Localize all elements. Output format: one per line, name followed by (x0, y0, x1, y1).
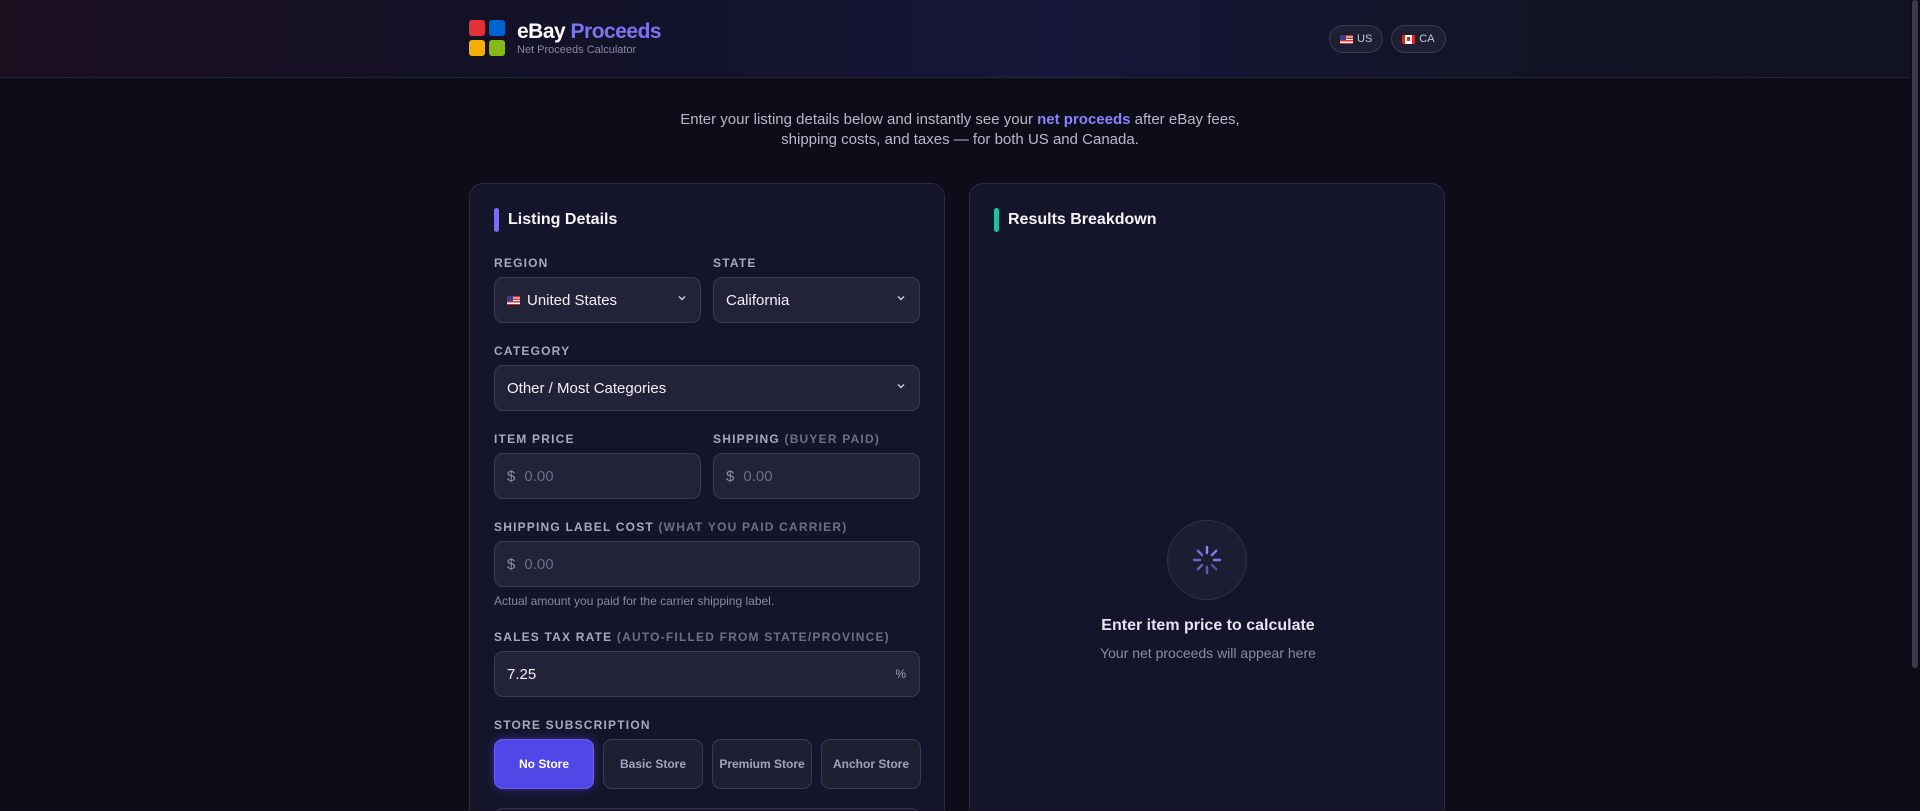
store-option-premium[interactable]: Premium Store (712, 739, 812, 789)
label-cost-label: Shipping Label Cost (What you paid carri… (494, 520, 848, 534)
state-select-value: California (726, 291, 790, 309)
page-scrollbar[interactable] (1910, 0, 1920, 811)
sales-tax-label: Sales Tax Rate (Auto-filled from state/p… (494, 630, 890, 644)
results-title: Results Breakdown (994, 208, 1156, 232)
empty-state-title: Enter item price to calculate (1101, 617, 1315, 634)
currency-prefix: $ (507, 467, 516, 485)
currency-prefix: $ (726, 467, 735, 485)
results-card: Results Breakdown Enter item price to ca… (969, 183, 1445, 811)
store-option-anchor[interactable]: Anchor Store (821, 739, 921, 789)
region-select-value: United States (527, 291, 618, 309)
category-label: Category (494, 344, 571, 358)
listing-details-title: Listing Details (494, 208, 617, 232)
percent-suffix: % (895, 667, 906, 681)
label-cost-placeholder: 0.00 (524, 555, 554, 573)
scrollbar-thumb[interactable] (1912, 0, 1918, 668)
label-cost-input[interactable]: $ 0.00 (494, 541, 920, 587)
listing-details-card: Listing Details Region United States Sta… (469, 183, 945, 811)
currency-prefix: $ (507, 555, 516, 573)
region-switcher: US CA (1329, 25, 1446, 53)
label-cost-help: Actual amount you paid for the carrier s… (494, 594, 775, 608)
category-select[interactable]: Other / Most Categories (494, 365, 920, 411)
store-option-no-store[interactable]: No Store (494, 739, 594, 789)
sales-tax-value: 7.25 (507, 665, 537, 683)
accent-bar (994, 208, 999, 232)
empty-state-subtitle: Your net proceeds will appear here (1100, 645, 1316, 661)
region-pill-label: US (1357, 33, 1373, 45)
state-select[interactable]: California (713, 277, 920, 323)
ca-flag-icon (1402, 34, 1416, 44)
ebay-logo-icon (469, 20, 505, 56)
region-label: Region (494, 256, 549, 270)
chevron-down-icon (897, 295, 905, 301)
shipping-input[interactable]: $ 0.00 (713, 453, 920, 499)
region-select[interactable]: United States (494, 277, 701, 323)
sales-tax-input[interactable]: 7.25 % (494, 651, 920, 697)
top-header: eBay Proceeds Net Proceeds Calculator US… (0, 0, 1920, 78)
chevron-down-icon (897, 383, 905, 389)
brand-subtitle: Net Proceeds Calculator (517, 43, 637, 56)
chevron-down-icon (678, 295, 686, 301)
intro-text: Enter your listing details below and ins… (680, 111, 1240, 148)
accent-bar (494, 208, 499, 232)
item-price-input[interactable]: $ 0.00 (494, 453, 701, 499)
state-label: State (713, 256, 757, 270)
us-flag-icon (1340, 34, 1353, 44)
item-price-label: Item Price (494, 432, 575, 446)
shipping-label: Shipping (Buyer Paid) (713, 432, 881, 446)
category-select-value: Other / Most Categories (507, 379, 667, 397)
loading-spinner-icon (1167, 520, 1247, 600)
shipping-placeholder: 0.00 (743, 467, 773, 485)
item-price-placeholder: 0.00 (524, 467, 554, 485)
region-pill-label: CA (1419, 33, 1435, 45)
store-subscription-label: Store Subscription (494, 718, 651, 732)
brand-name: eBay Proceeds (517, 19, 662, 43)
us-flag-icon (507, 295, 520, 305)
brand[interactable]: eBay Proceeds Net Proceeds Calculator (469, 19, 662, 56)
region-pill-us[interactable]: US (1329, 25, 1384, 53)
region-pill-ca[interactable]: CA (1391, 25, 1446, 53)
store-option-basic[interactable]: Basic Store (603, 739, 703, 789)
